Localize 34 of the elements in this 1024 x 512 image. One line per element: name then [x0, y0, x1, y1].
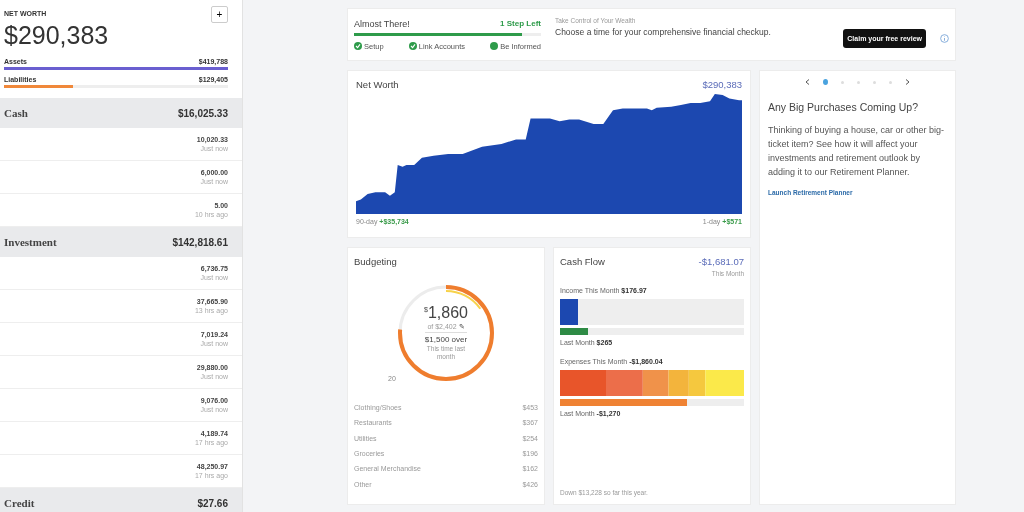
net-worth-total: $290,383 — [4, 21, 110, 50]
budget-over: $1,500 over — [424, 331, 468, 344]
progress-title: Almost There! — [354, 18, 410, 29]
group-total: $142,818.61 — [172, 236, 228, 248]
card-title: Budgeting — [354, 256, 398, 267]
carousel-dot[interactable] — [857, 80, 860, 84]
steps-left: 1 Step Left — [500, 19, 541, 28]
tip-body: Thinking of buying a house, car or other big-ticket item? See how it will affect your investments and retirement outlook by adding it to our Retirement Planner. — [768, 124, 946, 179]
info-icon[interactable] — [940, 34, 949, 43]
group-total: $27.66 — [197, 497, 228, 509]
add-button[interactable]: + — [211, 6, 228, 23]
group-total: $16,025.33 — [177, 107, 228, 119]
carousel-dot[interactable] — [889, 80, 892, 84]
net-worth-value: $290,383 — [702, 79, 742, 90]
carousel-dot[interactable] — [873, 80, 876, 84]
check-circle-icon — [408, 42, 417, 50]
group-name: Cash — [4, 107, 28, 119]
group-name: Investment — [4, 236, 57, 248]
card-title: Cash Flow — [560, 256, 605, 267]
chevron-left-icon[interactable] — [805, 79, 810, 85]
check-circle-icon — [354, 42, 362, 50]
chevron-right-icon[interactable] — [905, 79, 910, 85]
group-name: Credit — [4, 497, 35, 509]
card-title: Net Worth — [356, 79, 399, 90]
account-group-header[interactable]: Cash $16,025.33 — [0, 98, 242, 128]
checkup-message: Choose a time for your comprehensive financial checkup. — [555, 27, 772, 37]
tip-title: Any Big Purchases Coming Up? — [768, 101, 919, 113]
carousel-dot[interactable] — [823, 79, 828, 85]
account-group-header[interactable]: Investment $142,818.61 — [0, 227, 242, 257]
cash-flow-value: -$1,681.07 — [698, 256, 744, 267]
carousel-dot[interactable] — [841, 80, 844, 84]
budget-spent: $^{$}$1,860 — [424, 303, 468, 322]
account-group-header[interactable]: Credit $27.66 — [0, 488, 242, 512]
circle-icon — [490, 42, 499, 50]
